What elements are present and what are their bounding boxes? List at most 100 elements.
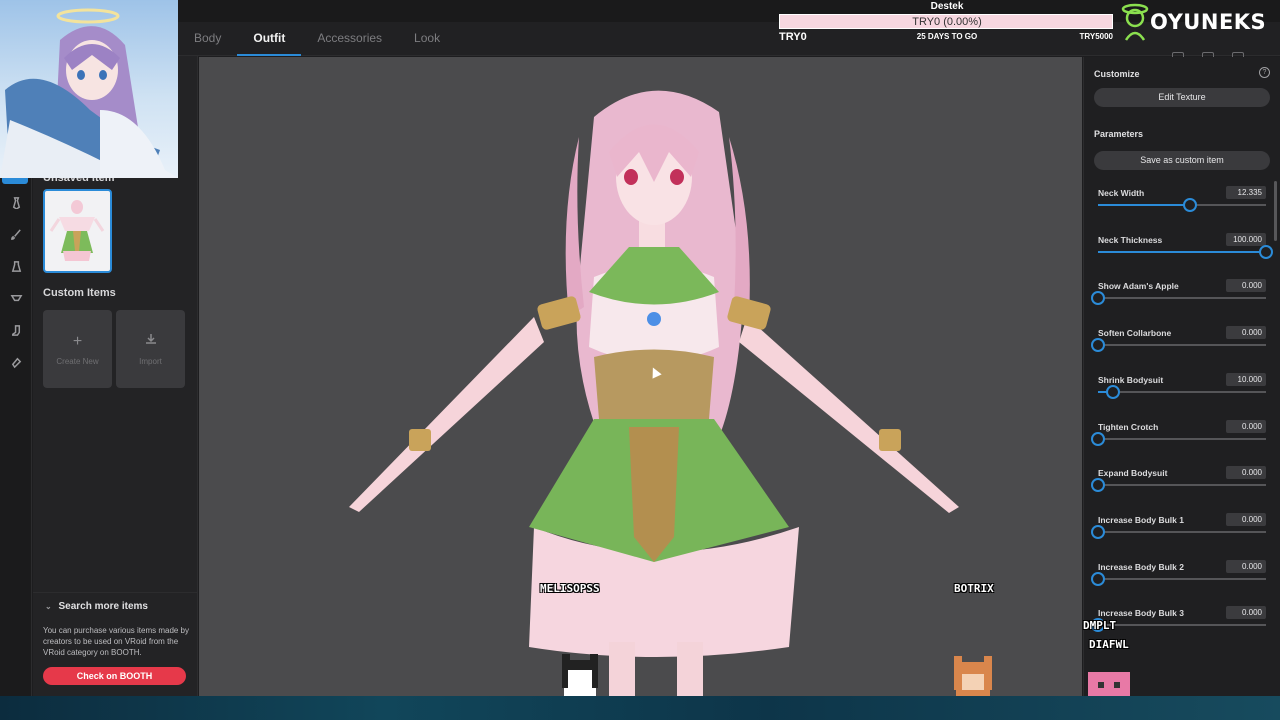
edit-texture-button[interactable]: Edit Texture: [1094, 88, 1270, 107]
chat-name-melisopss: MELISOPSS: [540, 582, 600, 595]
parameter-label: Show Adam's Apple: [1098, 281, 1179, 292]
slider-knob[interactable]: [1091, 478, 1105, 493]
goal-title: Destek: [930, 1, 964, 12]
chat-name-botrix: BOTRIX: [954, 582, 994, 595]
parameter-label: Neck Width: [1098, 188, 1145, 198]
goal-progress-bar: TRY0 (0.00%): [779, 14, 1113, 29]
create-new-button[interactable]: + Create New: [43, 310, 112, 388]
3d-viewport[interactable]: [199, 57, 1082, 696]
slider-knob[interactable]: [1091, 431, 1105, 446]
parameter-value-field[interactable]: 0.000: [1226, 606, 1266, 620]
parameter-value-field[interactable]: 100.000: [1226, 232, 1266, 246]
slider-knob[interactable]: [1091, 338, 1105, 353]
parameter-label: Tighten Crotch: [1098, 421, 1159, 432]
slider-knob[interactable]: [1091, 291, 1105, 306]
chevron-down-icon: ⌄: [45, 602, 52, 611]
slider-fill: [1098, 204, 1191, 206]
chat-name-dmplt: DMPLT: [1083, 619, 1117, 632]
slider-knob[interactable]: [1091, 571, 1105, 586]
logo-text: OYUNEKS: [1150, 10, 1267, 34]
help-icon[interactable]: ?: [1259, 67, 1270, 78]
parameter-row: Neck Thickness 100.000: [1084, 232, 1274, 281]
plus-icon: +: [72, 332, 83, 350]
check-on-booth-button[interactable]: Check on BOOTH: [43, 667, 186, 685]
tab-accessories[interactable]: Accessories: [301, 22, 398, 56]
parameter-label: Neck Thickness: [1098, 234, 1163, 245]
slider-track[interactable]: [1098, 437, 1266, 440]
slider-track[interactable]: [1098, 484, 1266, 487]
slider-track[interactable]: [1098, 390, 1266, 393]
brush-icon[interactable]: [0, 218, 32, 250]
parameter-value-field[interactable]: 10.000: [1226, 372, 1266, 386]
parameters-panel: Customize ? Edit Texture Parameters Save…: [1083, 57, 1280, 696]
avatar-illustration: [0, 8, 178, 178]
scrollbar[interactable]: [1274, 181, 1277, 241]
parameter-label: Increase Body Bulk 1: [1098, 514, 1184, 525]
slider-knob[interactable]: [1106, 384, 1121, 399]
explorer-mascot-icon: [1121, 3, 1149, 41]
search-more-description: You can purchase various items made by c…: [43, 626, 190, 657]
parameter-label: Soften Collarbone: [1098, 328, 1172, 339]
search-more-title-text: Search more items: [58, 601, 148, 612]
goal-progress-text: TRY0 (0.00%): [912, 16, 982, 28]
underwear-icon[interactable]: [0, 282, 32, 314]
save-as-custom-item-button[interactable]: Save as custom item: [1094, 151, 1270, 170]
tab-body[interactable]: Body: [178, 22, 237, 56]
parameter-value-field[interactable]: 0.000: [1226, 326, 1266, 340]
customize-label: Customize: [1094, 69, 1140, 79]
parameter-label: Increase Body Bulk 3: [1098, 608, 1184, 619]
create-new-label: Create New: [56, 356, 99, 366]
tie-icon[interactable]: [0, 186, 32, 218]
channel-logo: OYUNEKS: [1120, 0, 1280, 44]
slider-knob[interactable]: [1183, 198, 1198, 212]
sock-icon[interactable]: [0, 314, 32, 346]
parameter-value-field[interactable]: 0.000: [1226, 512, 1266, 526]
parameter-row: Increase Body Bulk 2 0.000: [1084, 559, 1274, 608]
parameter-row: Show Adam's Apple 0.000: [1084, 279, 1274, 327]
parameter-row: Neck Width 12.335: [1084, 186, 1274, 234]
import-button[interactable]: Import: [116, 310, 185, 388]
chat-name-diafwl: DIAFWL: [1089, 638, 1129, 651]
slider-track[interactable]: [1098, 297, 1266, 300]
slider-fill: [1098, 250, 1266, 253]
parameter-value-field[interactable]: 0.000: [1226, 419, 1266, 433]
slider-track[interactable]: [1098, 577, 1266, 580]
parameter-value-field[interactable]: 0.000: [1226, 466, 1266, 480]
parameter-value-field[interactable]: 0.000: [1226, 279, 1266, 293]
unsaved-item-thumbnail[interactable]: [43, 189, 112, 273]
character-model: [349, 90, 959, 696]
tab-look[interactable]: Look: [398, 22, 456, 56]
slider-knob[interactable]: [1091, 524, 1105, 539]
import-label: Import: [139, 357, 162, 366]
download-icon: [144, 332, 158, 351]
slider-track[interactable]: [1098, 530, 1266, 533]
vtuber-avatar-overlay: [0, 0, 178, 178]
dress-icon[interactable]: [0, 250, 32, 282]
vroid-studio-window: Body Outfit Accessories Look Unsaved Ite…: [0, 0, 1280, 720]
shoe-icon[interactable]: [0, 346, 32, 378]
stream-bottom-banner: [0, 696, 1280, 720]
slider-knob[interactable]: [1259, 244, 1273, 259]
search-more-title[interactable]: ⌄ Search more items: [45, 601, 148, 612]
goal-target-amount: TRY5000: [1079, 32, 1114, 41]
tab-outfit[interactable]: Outfit: [237, 22, 302, 56]
parameter-label: Increase Body Bulk 2: [1098, 561, 1184, 572]
parameter-value-field[interactable]: 0.000: [1226, 559, 1266, 573]
donation-goal-widget: Destek TRY0 (0.00%) TRY0 25 DAYS TO GO T…: [779, 0, 1115, 44]
slider-track[interactable]: [1098, 344, 1266, 347]
parameter-row: Soften Collarbone 0.000: [1084, 326, 1274, 374]
parameter-row: Tighten Crotch 0.000: [1084, 419, 1274, 468]
parameters-label: Parameters: [1094, 129, 1144, 139]
parameter-label: Shrink Bodysuit: [1098, 374, 1164, 385]
goal-days-remaining: 25 DAYS TO GO: [916, 32, 978, 41]
custom-items-label: Custom Items: [43, 287, 116, 299]
outfit-thumbnail-image: [49, 200, 105, 261]
parameter-row: Increase Body Bulk 1 0.000: [1084, 512, 1274, 561]
parameter-row: Shrink Bodysuit 10.000: [1084, 372, 1274, 421]
parameter-value-field[interactable]: 12.335: [1226, 186, 1266, 199]
search-more-section: ⌄ Search more items You can purchase var…: [33, 592, 198, 696]
parameter-row: Expand Bodysuit 0.000: [1084, 466, 1274, 514]
parameter-label: Expand Bodysuit: [1098, 468, 1168, 479]
slider-track[interactable]: [1098, 624, 1266, 627]
editor-tabs: Body Outfit Accessories Look: [178, 22, 456, 56]
